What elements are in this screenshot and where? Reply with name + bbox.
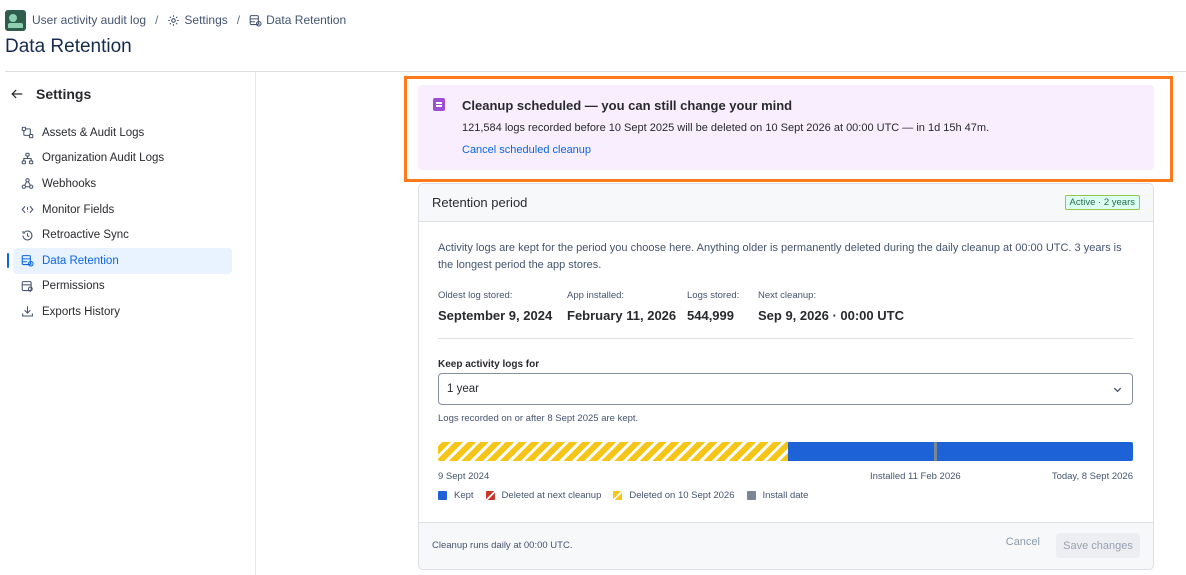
keep-logs-label: Keep activity logs for — [438, 359, 540, 370]
card-footer: Cleanup runs daily at 00:00 UTC. Cancel … — [419, 522, 1153, 569]
chevron-down-icon — [1113, 387, 1122, 393]
assets-icon — [21, 126, 34, 139]
save-changes-button[interactable]: Save changes — [1056, 533, 1140, 558]
breadcrumb-settings-link[interactable]: Settings — [167, 13, 228, 27]
code-icon — [21, 205, 34, 214]
sidebar-item-permissions[interactable]: Permissions — [13, 274, 232, 300]
stat-value: February 11, 2026 — [567, 308, 677, 323]
legend-label: Deleted on 10 Sept 2026 — [629, 490, 735, 501]
sidebar-item-label: Exports History — [42, 305, 120, 318]
legend-swatch-kept — [438, 491, 447, 500]
stat-value: September 9, 2024 — [438, 308, 553, 323]
sidebar-nav: Assets & Audit Logs Organization Audit L… — [7, 120, 232, 325]
stat-app-installed: App installed: February 11, 2026 — [567, 290, 687, 323]
retention-description: Activity logs are kept for the period yo… — [438, 242, 1122, 271]
page-title: Data Retention — [5, 36, 132, 57]
sidebar-item-organization-audit-logs[interactable]: Organization Audit Logs — [13, 146, 232, 172]
banner-text: 121,584 logs recorded before 10 Sept 202… — [462, 122, 990, 134]
sidebar-item-label: Assets & Audit Logs — [42, 126, 145, 139]
card-header: Retention period Active · 2 years — [419, 184, 1153, 222]
sidebar-item-label: Webhooks — [42, 177, 97, 190]
sidebar-item-label: Organization Audit Logs — [42, 152, 165, 165]
sidebar-back-button[interactable]: Settings — [10, 86, 91, 102]
legend-install-date: Install date — [746, 490, 809, 501]
retention-period-select[interactable]: 1 year — [438, 373, 1133, 405]
retention-timeline — [438, 442, 1133, 461]
download-icon — [22, 306, 33, 317]
sidebar-item-label: Retroactive Sync — [42, 229, 129, 242]
breadcrumb-current: Data Retention — [249, 13, 346, 27]
timeline-install-marker — [934, 442, 938, 461]
legend-deleted-sept: Deleted on 10 Sept 2026 — [613, 490, 735, 501]
legend-label: Kept — [454, 490, 474, 501]
data-retention-icon — [21, 255, 34, 267]
legend-swatch-next-cleanup — [485, 491, 495, 500]
stat-next-cleanup: Next cleanup: Sep 9, 2026 · 00:00 UTC — [758, 290, 904, 323]
sidebar-item-label: Monitor Fields — [42, 203, 115, 216]
history-icon — [22, 230, 33, 241]
timeline-start-label: 9 Sept 2024 — [438, 471, 490, 482]
select-value: 1 year — [447, 383, 479, 395]
divider — [438, 338, 1133, 339]
data-retention-icon — [249, 14, 262, 27]
breadcrumb-app-link[interactable]: User activity audit log — [32, 13, 146, 27]
legend-kept: Kept — [438, 490, 474, 501]
stat-oldest-log: Oldest log stored: September 9, 2024 — [438, 290, 567, 323]
stat-label: App installed: — [567, 290, 625, 301]
retention-card: Retention period Active · 2 years Activi… — [418, 183, 1154, 570]
legend-label: Deleted at next cleanup — [501, 490, 602, 501]
timeline-install-label: Installed 11 Feb 2026 — [870, 471, 961, 482]
sidebar-title: Settings — [36, 86, 92, 102]
stat-logs-stored: Logs stored: 544,999 — [687, 290, 758, 323]
card-title: Retention period — [432, 195, 528, 210]
timeline-end-label: Today, 8 Sept 2026 — [1051, 471, 1133, 482]
sidebar-item-label: Data Retention — [42, 254, 119, 267]
sidebar-item-exports-history[interactable]: Exports History — [13, 299, 232, 325]
timeline-legend: Kept Deleted at next cleanup Deleted on … — [438, 490, 808, 501]
cancel-button[interactable]: Cancel — [1006, 536, 1040, 548]
stat-value: 544,999 — [687, 308, 734, 323]
status-badge: Active · 2 years — [1064, 195, 1140, 210]
cancel-scheduled-cleanup-link[interactable]: Cancel scheduled cleanup — [462, 144, 591, 156]
breadcrumb: User activity audit log / Settings / Dat… — [5, 9, 346, 31]
stat-label: Next cleanup: — [758, 290, 817, 301]
stat-value: Sep 9, 2026 · 00:00 UTC — [758, 308, 904, 323]
org-tree-icon — [21, 152, 34, 165]
sidebar-item-webhooks[interactable]: Webhooks — [13, 171, 232, 197]
sidebar: Settings Assets & Audit Logs Organizatio… — [5, 72, 256, 575]
breadcrumb-current-label: Data Retention — [266, 13, 347, 27]
legend-next-cleanup: Deleted at next cleanup — [485, 490, 602, 501]
select-helper-text: Logs recorded on or after 8 Sept 2025 ar… — [438, 413, 639, 424]
sidebar-item-label: Permissions — [42, 280, 105, 293]
app-logo[interactable] — [5, 9, 26, 31]
timeline-kept-segment — [788, 442, 1133, 461]
legend-label: Install date — [762, 490, 809, 501]
breadcrumb-settings-label: Settings — [184, 13, 228, 27]
sidebar-item-retroactive-sync[interactable]: Retroactive Sync — [13, 222, 232, 248]
gear-icon — [168, 14, 180, 26]
footer-note: Cleanup runs daily at 00:00 UTC. — [432, 540, 573, 551]
webhook-icon — [21, 178, 34, 190]
permissions-icon — [21, 280, 33, 292]
arrow-left-icon — [11, 89, 23, 99]
breadcrumb-separator: / — [155, 13, 159, 27]
banner-title: Cleanup scheduled — you can still change… — [462, 98, 793, 113]
cleanup-banner: Cleanup scheduled — you can still change… — [418, 85, 1154, 170]
legend-swatch-deleted-sept — [613, 491, 623, 500]
note-icon — [433, 98, 445, 111]
stat-label: Logs stored: — [687, 290, 740, 301]
stat-label: Oldest log stored: — [438, 290, 513, 301]
sidebar-item-assets-audit-logs[interactable]: Assets & Audit Logs — [13, 120, 232, 146]
stats-row: Oldest log stored: September 9, 2024 App… — [438, 290, 904, 323]
sidebar-item-data-retention[interactable]: Data Retention — [7, 247, 232, 274]
breadcrumb-separator: / — [236, 13, 241, 27]
timeline-deleted-segment — [438, 442, 789, 461]
legend-swatch-install — [746, 491, 756, 500]
sidebar-item-monitor-fields[interactable]: Monitor Fields — [13, 197, 232, 223]
